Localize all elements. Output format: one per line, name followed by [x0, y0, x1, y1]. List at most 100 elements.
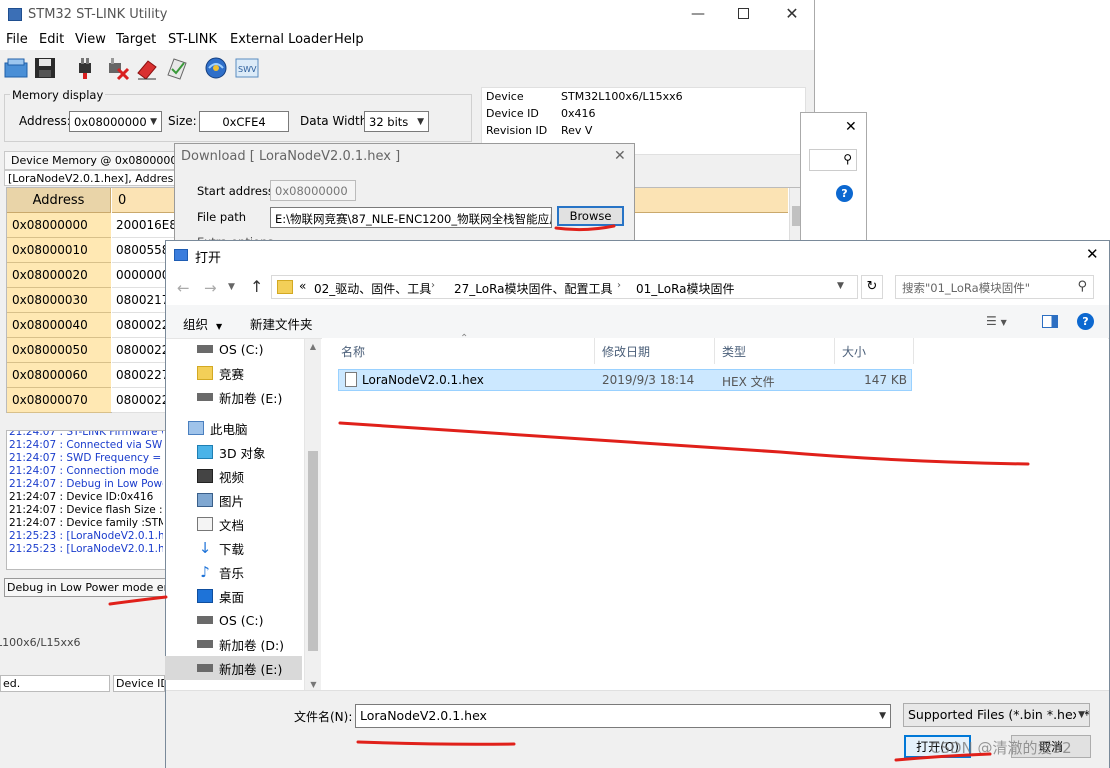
- new-folder-button[interactable]: 新建文件夹: [250, 314, 313, 333]
- menu-file[interactable]: File: [6, 32, 28, 47]
- table-row-address[interactable]: 0x08000070: [7, 388, 111, 413]
- connect-plug-icon[interactable]: [72, 55, 98, 81]
- column-header-size[interactable]: 大小: [836, 338, 914, 364]
- address-combo[interactable]: 0x08000000 ▼: [69, 111, 162, 132]
- nav-item-3d-objects[interactable]: 3D 对象: [165, 440, 302, 464]
- table-row-address[interactable]: 0x08000040: [7, 313, 111, 338]
- nav-item-volume-e[interactable]: 新加卷 (E:): [165, 385, 302, 409]
- breadcrumb-item[interactable]: 27_LoRa模块固件、配置工具: [454, 280, 613, 297]
- nav-item-downloads[interactable]: ↓ 下载: [165, 536, 302, 560]
- bottom-status-right-text: Device ID: [116, 677, 165, 690]
- log-panel[interactable]: 21:24:07 : ST-LINK Firmware vers 21:24:0…: [6, 430, 166, 570]
- program-verify-icon[interactable]: [164, 55, 190, 81]
- close-icon[interactable]: ✕: [1086, 245, 1099, 263]
- breadcrumb-item[interactable]: 02_驱动、固件、工具: [314, 280, 431, 297]
- nav-item-os-c-2[interactable]: OS (C:): [165, 608, 302, 632]
- value-cell: 0000000: [116, 268, 170, 282]
- minimize-button[interactable]: —: [688, 6, 708, 24]
- nav-scrollbar[interactable]: ▲ ▼: [304, 339, 321, 691]
- address-value: 0x08000000: [74, 115, 147, 129]
- mcu-core-icon[interactable]: [203, 55, 229, 81]
- file-path-input[interactable]: E:\物联网竞赛\87_NLE-ENC1200_物联网全栈智能应用: [270, 207, 552, 228]
- size-input[interactable]: 0xCFE4: [199, 111, 289, 132]
- chevron-down-icon[interactable]: ▼: [228, 282, 235, 292]
- forward-icon[interactable]: →: [204, 279, 217, 297]
- swv-icon[interactable]: SWV: [234, 55, 260, 81]
- table-row-address[interactable]: 0x08000030: [7, 288, 111, 313]
- browse-button[interactable]: Browse: [557, 206, 624, 226]
- computer-icon: [188, 421, 204, 435]
- filename-input[interactable]: LoraNodeV2.0.1.hex ▼: [355, 704, 891, 728]
- menu-help[interactable]: Help: [334, 32, 364, 47]
- table-row-address[interactable]: 0x08000000: [7, 213, 111, 238]
- menu-external-loader[interactable]: External Loader: [230, 32, 333, 47]
- erase-icon[interactable]: [134, 55, 160, 81]
- nav-item-label: 桌面: [219, 589, 245, 605]
- nav-item-desktop[interactable]: 桌面: [165, 584, 302, 608]
- stlink-title-bar: STM32 ST-LINK Utility — ✕: [0, 0, 814, 30]
- organize-button[interactable]: 组织 ▼: [183, 314, 222, 333]
- preview-pane-icon[interactable]: [1042, 315, 1058, 328]
- nav-item-label: 图片: [219, 493, 245, 509]
- nav-item-volume-e-2[interactable]: 新加卷 (E:): [165, 656, 302, 680]
- size-label: Size:: [168, 114, 197, 128]
- chevron-down-icon[interactable]: ▼: [305, 680, 322, 689]
- table-row-address[interactable]: 0x08000020: [7, 263, 111, 288]
- nav-item-contest[interactable]: 竞赛: [165, 361, 302, 385]
- nav-item-this-pc[interactable]: 此电脑: [165, 416, 302, 440]
- close-icon[interactable]: ✕: [614, 148, 626, 164]
- table-row-address[interactable]: 0x08000010: [7, 238, 111, 263]
- nav-item-os-c[interactable]: OS (C:): [165, 337, 302, 361]
- breadcrumb-item[interactable]: 01_LoRa模块固件: [636, 280, 735, 297]
- address-cell: 0x08000060: [12, 368, 88, 382]
- view-options-icon[interactable]: ☰ ▼: [986, 314, 1007, 328]
- refresh-button[interactable]: ↻: [861, 275, 883, 299]
- chevron-down-icon[interactable]: ▼: [837, 281, 844, 291]
- table-row-address[interactable]: 0x08000050: [7, 338, 111, 363]
- nav-item-videos[interactable]: 视频: [165, 464, 302, 488]
- maximize-button[interactable]: [738, 8, 749, 19]
- search-input[interactable]: ⚲: [809, 149, 857, 171]
- close-button[interactable]: ✕: [782, 4, 802, 24]
- nav-item-volume-d[interactable]: 新加卷 (D:): [165, 632, 302, 656]
- chevron-up-icon[interactable]: ▲: [305, 342, 321, 351]
- search-icon: ⚲: [1077, 279, 1087, 294]
- file-row[interactable]: LoraNodeV2.0.1.hex 2019/9/3 18:14 HEX 文件…: [338, 369, 912, 391]
- nav-item-label: OS (C:): [219, 341, 264, 357]
- nav-item-music[interactable]: ♪ 音乐: [165, 560, 302, 584]
- save-file-icon[interactable]: [32, 55, 58, 81]
- help-icon[interactable]: ?: [836, 185, 853, 202]
- open-file-icon[interactable]: [3, 55, 29, 81]
- nav-item-pictures[interactable]: 图片: [165, 488, 302, 512]
- start-address-input[interactable]: 0x08000000: [270, 180, 356, 201]
- column-header-type[interactable]: 类型: [716, 338, 835, 364]
- file-tab[interactable]: [LoraNodeV2.0.1.hex], Address ran: [4, 170, 176, 186]
- device-id-label: Device ID: [486, 107, 539, 120]
- menu-stlink[interactable]: ST-LINK: [168, 32, 217, 47]
- data-width-select[interactable]: 32 bits ▼: [364, 111, 429, 132]
- tab-device-memory[interactable]: Device Memory @ 0x08000000 :: [4, 151, 176, 170]
- up-icon[interactable]: ↑: [250, 277, 263, 296]
- nav-item-documents[interactable]: 文档: [165, 512, 302, 536]
- drive-icon: [197, 616, 213, 624]
- help-icon[interactable]: ?: [1077, 313, 1094, 330]
- search-input[interactable]: 搜索"01_LoRa模块固件" ⚲: [895, 275, 1094, 299]
- table-row-address[interactable]: 0x08000060: [7, 363, 111, 388]
- table-row-value[interactable]: 200016E8: [112, 213, 178, 238]
- address-header[interactable]: Address: [7, 188, 111, 213]
- close-icon[interactable]: ✕: [845, 119, 857, 135]
- file-type: HEX 文件: [722, 375, 775, 389]
- menu-view[interactable]: View: [75, 32, 106, 47]
- disconnect-plug-icon[interactable]: [104, 55, 130, 81]
- back-icon[interactable]: ←: [177, 279, 190, 297]
- chevron-right-icon: ›: [617, 280, 621, 291]
- column-header-date[interactable]: 修改日期: [596, 338, 715, 364]
- file-type-filter[interactable]: Supported Files (*.bin *.hex * ▼: [903, 703, 1090, 727]
- breadcrumb[interactable]: « 02_驱动、固件、工具 › 27_LoRa模块固件、配置工具 › 01_Lo…: [271, 275, 858, 299]
- open-dialog-icon: [174, 249, 188, 261]
- scroll-thumb[interactable]: [308, 451, 318, 651]
- breadcrumb-prefix[interactable]: «: [299, 279, 306, 293]
- menu-edit[interactable]: Edit: [39, 32, 64, 47]
- menu-target[interactable]: Target: [116, 32, 156, 47]
- column-header-name[interactable]: 名称 ⌃: [337, 333, 595, 364]
